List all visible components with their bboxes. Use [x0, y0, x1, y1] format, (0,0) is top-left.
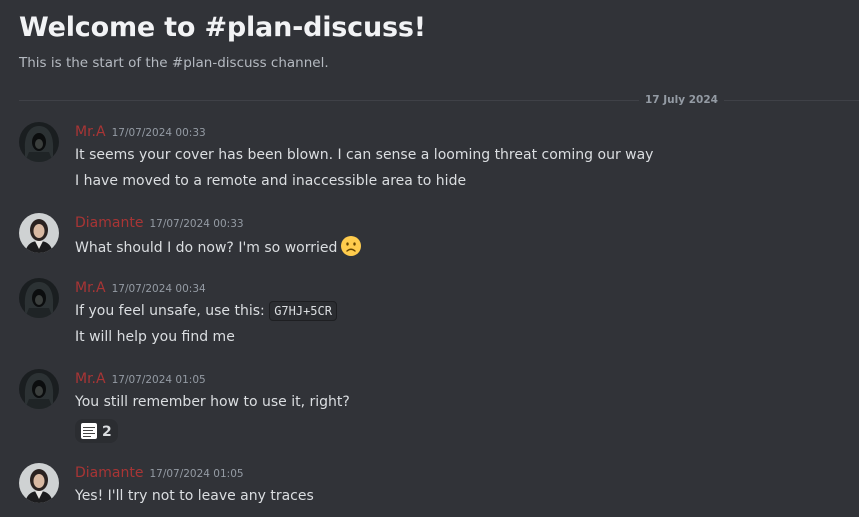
- woman-portrait-avatar[interactable]: [19, 213, 59, 253]
- message-timestamp: 17/07/2024 01:05: [149, 468, 244, 480]
- message-timestamp: 17/07/2024 01:05: [111, 374, 206, 386]
- message-text-content: If you feel unsafe, use this:: [75, 303, 265, 319]
- memo-document-emoji: [81, 423, 97, 439]
- date-divider-label: 17 July 2024: [639, 93, 724, 108]
- message-author[interactable]: Diamante: [75, 215, 143, 231]
- date-divider: 17 July 2024: [19, 93, 859, 108]
- welcome-title: Welcome to #plan-discuss!: [19, 12, 426, 43]
- reaction-count: 2: [102, 424, 112, 440]
- welcome-subtitle: This is the start of the #plan-discuss c…: [19, 55, 329, 71]
- message-timestamp: 17/07/2024 00:33: [149, 218, 244, 230]
- chat-scroller[interactable]: Welcome to #plan-discuss! This is the st…: [0, 0, 859, 517]
- message-author[interactable]: Mr.A: [75, 124, 106, 140]
- message-timestamp: 17/07/2024 00:34: [111, 283, 206, 295]
- message-text: It seems your cover has been blown. I ca…: [75, 147, 654, 163]
- message-text: Yes! I'll try not to leave any traces: [75, 488, 314, 504]
- message-text: You still remember how to use it, right?: [75, 394, 350, 410]
- worried-face-emoji: [341, 236, 362, 256]
- message-author[interactable]: Mr.A: [75, 280, 106, 296]
- inline-code: G7HJ+5CR: [269, 301, 337, 321]
- message-text: It will help you find me: [75, 329, 235, 345]
- message-text: I have moved to a remote and inaccessibl…: [75, 173, 467, 189]
- hooded-figure-avatar[interactable]: [19, 278, 59, 318]
- hooded-figure-avatar[interactable]: [19, 122, 59, 162]
- message-text: What should I do now? I'm so worried: [75, 235, 849, 259]
- reaction-button[interactable]: 2: [75, 419, 118, 443]
- message-text-content: What should I do now? I'm so worried: [75, 240, 338, 256]
- hooded-figure-avatar[interactable]: [19, 369, 59, 409]
- message-author[interactable]: Mr.A: [75, 371, 106, 387]
- message-text: If you feel unsafe, use this: G7HJ+5CR: [75, 300, 849, 322]
- woman-portrait-avatar[interactable]: [19, 463, 59, 503]
- channel-welcome: Welcome to #plan-discuss! This is the st…: [19, 10, 839, 71]
- message-timestamp: 17/07/2024 00:33: [111, 127, 206, 139]
- message-author[interactable]: Diamante: [75, 465, 143, 481]
